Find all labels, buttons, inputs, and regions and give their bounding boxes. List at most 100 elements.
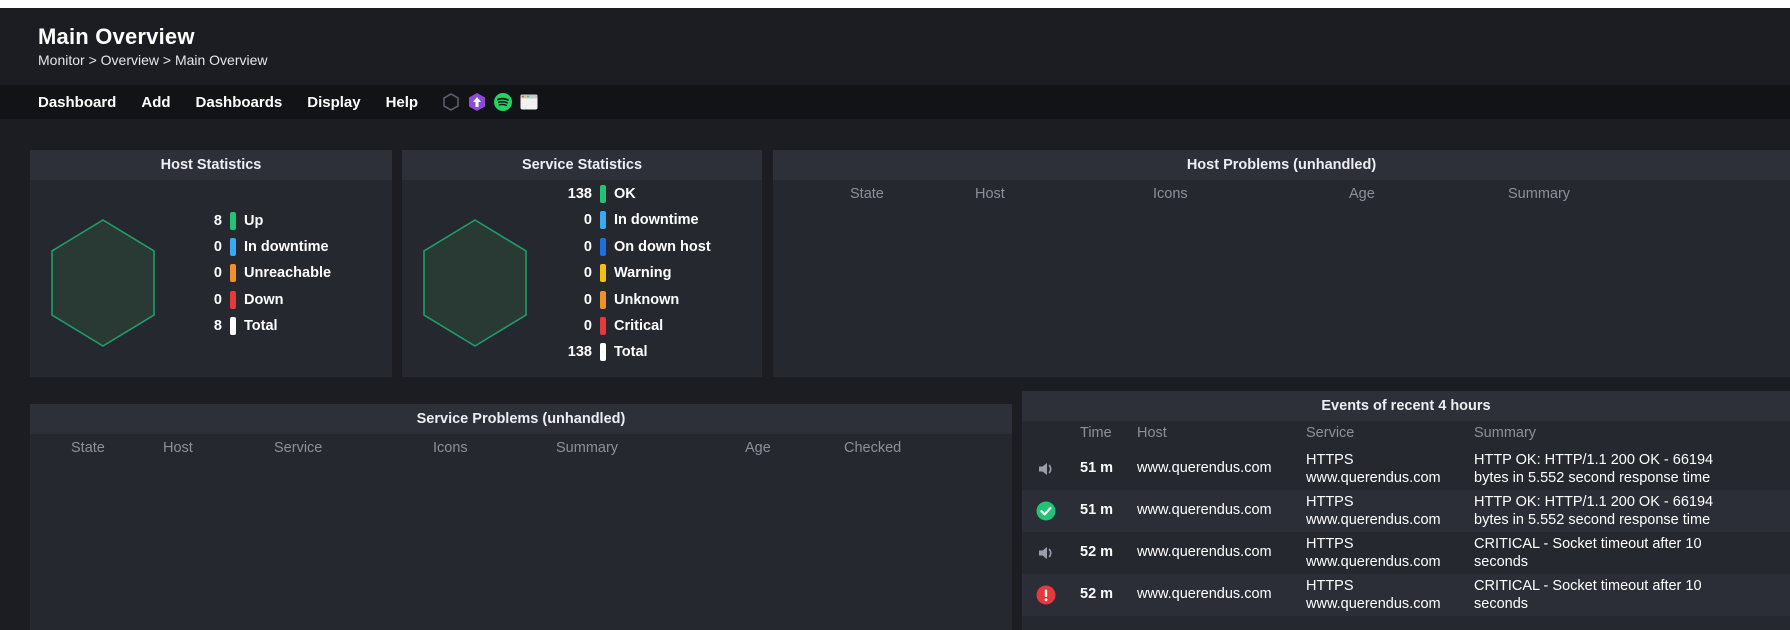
col-header-service[interactable]: Service <box>274 440 322 456</box>
host-stat-unreachable-label: Unreachable <box>244 265 332 281</box>
events-title: Events of recent 4 hours <box>1022 391 1790 421</box>
service-statistics-panel: Service Statistics 138 OK 0 In downtime … <box>402 150 762 377</box>
service-stat-unknown[interactable]: 0 Unknown <box>552 290 679 310</box>
event-host[interactable]: www.querendus.com <box>1137 586 1272 602</box>
col-header-time[interactable]: Time <box>1080 425 1112 441</box>
menu-bar: Dashboard Add Dashboards Display Help <box>0 85 1790 119</box>
event-service-name: HTTPS <box>1306 536 1354 552</box>
event-service-name: HTTPS <box>1306 452 1354 468</box>
service-stat-downtime-label: In downtime <box>614 212 699 228</box>
service-stat-downtime[interactable]: 0 In downtime <box>552 210 699 230</box>
event-service-host: www.querendus.com <box>1306 596 1441 612</box>
menu-dashboards[interactable]: Dashboards <box>196 94 283 111</box>
event-row[interactable]: 51 m www.querendus.com HTTPS www.querendu… <box>1022 448 1790 490</box>
event-service[interactable]: HTTPS www.querendus.com <box>1306 577 1441 613</box>
service-stat-critical[interactable]: 0 Critical <box>552 316 663 336</box>
event-summary-line2: seconds <box>1474 596 1529 612</box>
host-stat-total-label: Total <box>244 318 278 334</box>
host-stat-down-label: Down <box>244 292 284 308</box>
event-row[interactable]: 51 m www.querendus.com HTTPS www.querendu… <box>1022 490 1790 532</box>
menu-help[interactable]: Help <box>386 94 419 111</box>
col-header-icons[interactable]: Icons <box>1153 186 1188 202</box>
speaker-icon <box>1036 543 1056 563</box>
spotify-icon[interactable] <box>493 92 513 112</box>
event-host[interactable]: www.querendus.com <box>1137 502 1272 518</box>
host-stat-down[interactable]: 0 Down <box>182 290 283 310</box>
host-stat-downtime[interactable]: 0 In downtime <box>182 237 329 257</box>
col-header-state[interactable]: State <box>71 440 105 456</box>
event-summary: CRITICAL - Socket timeout after 10 second… <box>1474 535 1702 571</box>
host-stat-downtime-count: 0 <box>213 239 222 255</box>
col-header-summary[interactable]: Summary <box>556 440 618 456</box>
col-header-summary[interactable]: Summary <box>1508 186 1570 202</box>
col-header-service[interactable]: Service <box>1306 425 1354 441</box>
service-problems-title: Service Problems (unhandled) <box>30 404 1012 434</box>
col-header-icons[interactable]: Icons <box>433 440 468 456</box>
service-hexagon-chart[interactable] <box>422 218 528 348</box>
status-bar-white <box>230 317 236 335</box>
event-time: 52 m <box>1080 544 1114 560</box>
host-stat-unreachable[interactable]: 0 Unreachable <box>182 263 331 283</box>
host-stat-total[interactable]: 8 Total <box>182 316 278 336</box>
service-stat-on-down-host-label: On down host <box>614 239 711 255</box>
service-stat-total-label: Total <box>614 344 648 360</box>
upload-badge-icon[interactable] <box>467 92 487 112</box>
status-bar-green <box>600 185 606 203</box>
service-stat-warning[interactable]: 0 Warning <box>552 263 671 283</box>
col-header-host[interactable]: Host <box>1137 425 1167 441</box>
event-summary-line1: HTTP OK: HTTP/1.1 200 OK - 66194 <box>1474 494 1714 510</box>
col-header-age[interactable]: Age <box>1349 186 1375 202</box>
event-service[interactable]: HTTPS www.querendus.com <box>1306 535 1441 571</box>
service-stat-critical-label: Critical <box>614 318 664 334</box>
col-header-host[interactable]: Host <box>163 440 193 456</box>
service-stat-critical-count: 0 <box>583 318 592 334</box>
status-bar-blue <box>230 238 236 256</box>
event-time: 52 m <box>1080 586 1114 602</box>
host-problems-title: Host Problems (unhandled) <box>773 150 1790 180</box>
event-row[interactable]: 52 m www.querendus.com HTTPS www.querendu… <box>1022 574 1790 616</box>
speaker-icon <box>1036 459 1056 479</box>
col-header-age[interactable]: Age <box>745 440 771 456</box>
service-stat-on-down-host[interactable]: 0 On down host <box>552 237 711 257</box>
event-summary-line1: CRITICAL - Socket timeout after 10 <box>1474 578 1702 594</box>
host-hexagon-chart[interactable] <box>50 218 156 348</box>
service-stat-warning-count: 0 <box>583 265 592 281</box>
ok-check-icon <box>1036 501 1056 521</box>
status-bar-green <box>230 212 236 230</box>
col-header-summary[interactable]: Summary <box>1474 425 1536 441</box>
event-summary-line2: seconds <box>1474 554 1529 570</box>
hexagon-outline-icon[interactable] <box>441 92 461 112</box>
service-statistics-title: Service Statistics <box>402 150 762 180</box>
event-summary: CRITICAL - Socket timeout after 10 second… <box>1474 577 1702 613</box>
host-stat-downtime-label: In downtime <box>244 239 329 255</box>
menu-dashboard[interactable]: Dashboard <box>38 94 116 111</box>
event-host[interactable]: www.querendus.com <box>1137 460 1272 476</box>
status-bar-red <box>600 317 606 335</box>
service-stat-unknown-count: 0 <box>583 292 592 308</box>
event-summary-line1: CRITICAL - Socket timeout after 10 <box>1474 536 1702 552</box>
event-service[interactable]: HTTPS www.querendus.com <box>1306 451 1441 487</box>
host-stat-up-label: Up <box>244 213 264 229</box>
critical-alert-icon <box>1036 585 1056 605</box>
event-service-name: HTTPS <box>1306 494 1354 510</box>
col-header-host[interactable]: Host <box>975 186 1005 202</box>
host-stat-up[interactable]: 8 Up <box>182 211 263 231</box>
event-summary-line1: HTTP OK: HTTP/1.1 200 OK - 66194 <box>1474 452 1714 468</box>
host-stat-up-count: 8 <box>213 213 222 229</box>
host-stat-total-count: 8 <box>213 318 222 334</box>
breadcrumb[interactable]: Monitor > Overview > Main Overview <box>38 52 268 68</box>
status-bar-dark-blue <box>600 238 606 256</box>
event-service[interactable]: HTTPS www.querendus.com <box>1306 493 1441 529</box>
service-stat-ok[interactable]: 138 OK <box>552 184 636 204</box>
col-header-state[interactable]: State <box>850 186 884 202</box>
menu-add[interactable]: Add <box>141 94 170 111</box>
col-header-checked[interactable]: Checked <box>844 440 901 456</box>
event-time: 51 m <box>1080 502 1114 518</box>
event-row[interactable]: 52 m www.querendus.com HTTPS www.querendu… <box>1022 532 1790 574</box>
window-icon[interactable] <box>519 92 539 112</box>
service-stat-unknown-label: Unknown <box>614 292 680 308</box>
menu-display[interactable]: Display <box>307 94 360 111</box>
service-stat-total[interactable]: 138 Total <box>552 342 648 362</box>
event-host[interactable]: www.querendus.com <box>1137 544 1272 560</box>
host-statistics-panel: Host Statistics 8 Up 0 In downtime 0 Unr… <box>30 150 392 377</box>
